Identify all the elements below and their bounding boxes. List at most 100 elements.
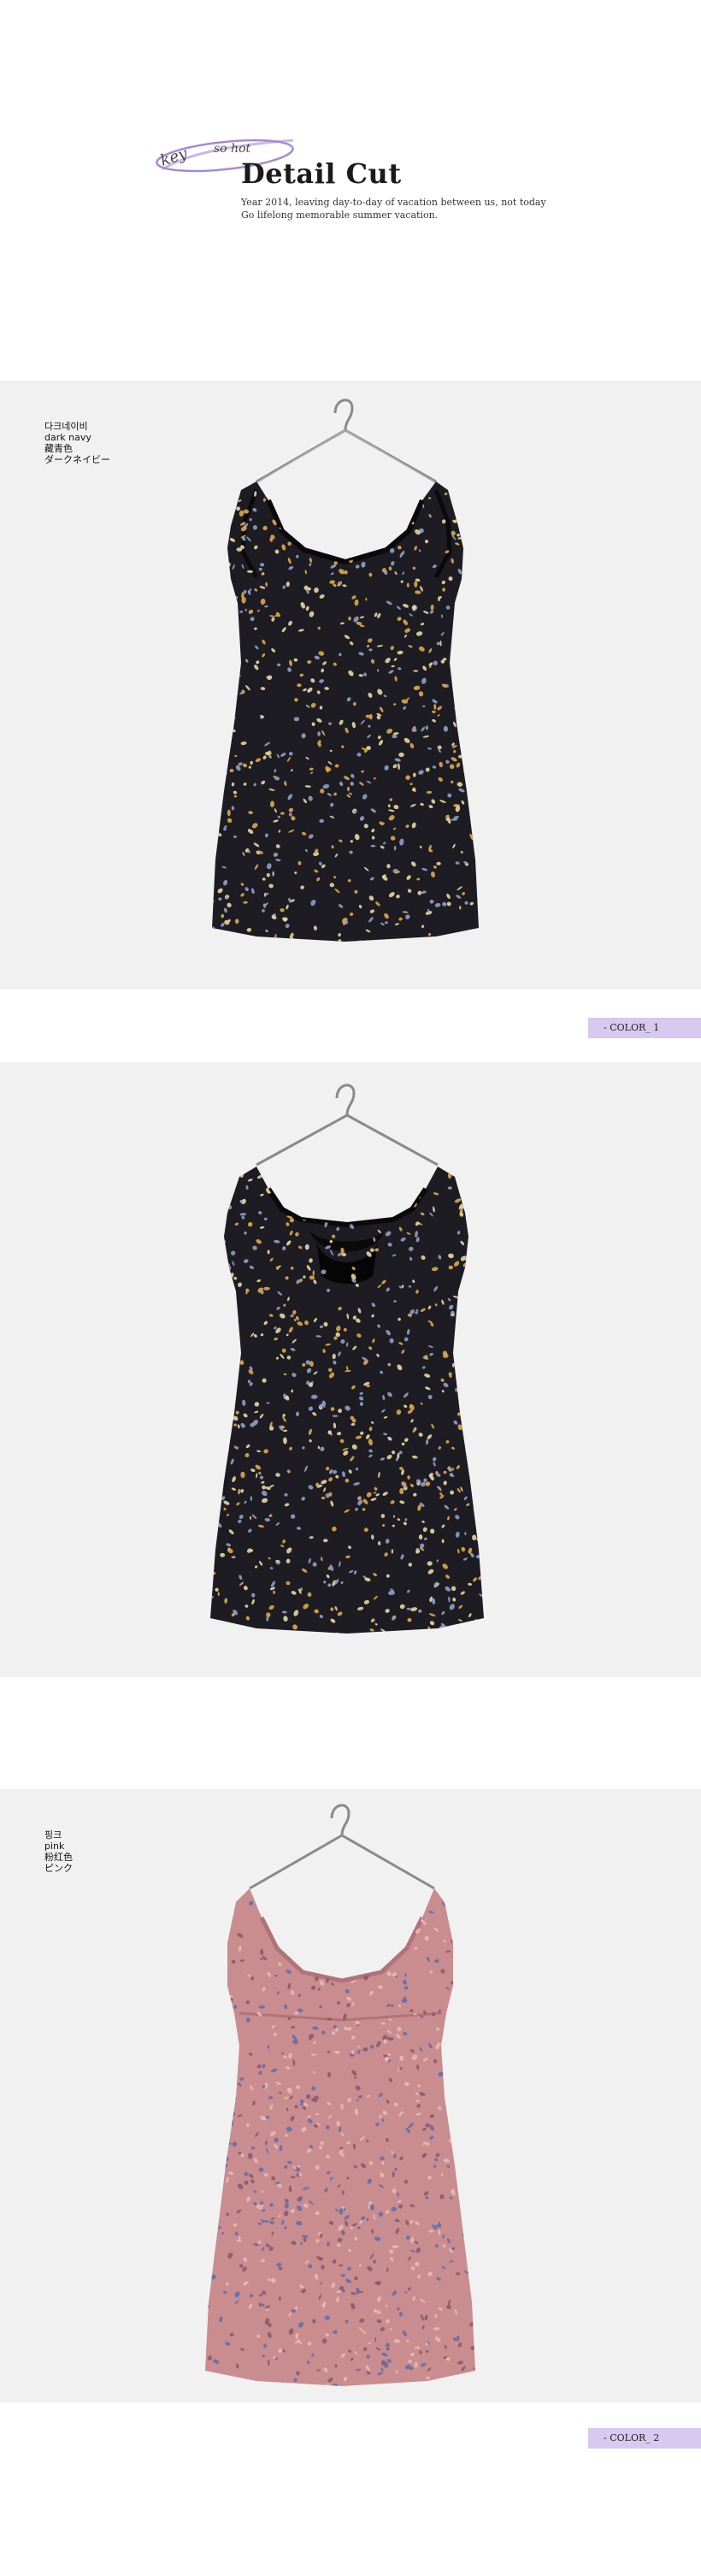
- print-dot: [464, 664, 468, 667]
- photo-panel-navy-front: 다크네이비 dark navy 藏青色 ダークネイビー: [0, 381, 701, 990]
- print-dot: [301, 482, 307, 487]
- print-dot: [454, 1932, 458, 1935]
- print-dot: [430, 2381, 438, 2385]
- print-dot: [290, 1314, 294, 1318]
- print-dot: [374, 1167, 379, 1169]
- print-dot: [216, 1501, 219, 1507]
- print-dot: [333, 1185, 337, 1191]
- print-dot: [362, 1903, 368, 1906]
- print-dot: [209, 1927, 213, 1934]
- print-dot: [461, 586, 466, 591]
- print-dot: [476, 1518, 482, 1523]
- print-dot: [486, 779, 492, 784]
- print-dot: [203, 765, 208, 770]
- print-dot: [387, 1362, 392, 1367]
- print-dot: [210, 1427, 213, 1430]
- print-dot: [457, 936, 462, 942]
- print-dot: [303, 517, 308, 522]
- print-dot: [260, 1893, 265, 1898]
- print-dot: [333, 971, 340, 978]
- print-dot: [492, 1407, 497, 1412]
- print-dot: [327, 1946, 331, 1950]
- print-dot: [402, 1171, 407, 1175]
- print-dot: [321, 1966, 328, 1970]
- print-dot: [470, 1406, 474, 1414]
- print-dot: [483, 580, 490, 585]
- print-dot: [464, 972, 468, 977]
- intro-line-2: Go lifelong memorable summer vacation.: [241, 210, 439, 221]
- print-dot: [468, 2134, 473, 2139]
- print-dot: [217, 2112, 222, 2117]
- print-dot: [485, 532, 490, 537]
- print-dot: [489, 2254, 495, 2260]
- print-dot: [371, 1212, 374, 1215]
- print-dot: [482, 1410, 484, 1415]
- print-dot: [343, 1178, 347, 1181]
- print-dot: [477, 1894, 483, 1900]
- print-dot: [458, 1982, 462, 1987]
- print-dot: [216, 2184, 221, 2188]
- print-dot: [306, 502, 310, 507]
- print-dot: [270, 1914, 274, 1919]
- print-dot: [490, 1485, 494, 1490]
- print-dot: [471, 1927, 475, 1931]
- print-dot: [334, 1936, 339, 1941]
- print-dot: [215, 694, 221, 700]
- print-dot: [487, 1268, 492, 1273]
- print-dot: [281, 1630, 285, 1634]
- print-dot: [325, 2389, 330, 2394]
- print-dot: [324, 511, 330, 516]
- print-dot: [472, 1934, 475, 1941]
- print-dot: [315, 492, 320, 497]
- print-dot: [490, 2124, 494, 2129]
- print-dot: [474, 1407, 479, 1413]
- print-dot: [396, 528, 399, 535]
- print-dot: [345, 947, 348, 950]
- print-dot: [473, 2000, 475, 2005]
- print-dot: [488, 488, 496, 493]
- print-dot: [295, 2393, 302, 2398]
- print-dot: [315, 1915, 321, 1921]
- print-dot: [350, 485, 355, 489]
- detail-header: key so hot Detail Cut Year 2014, leaving…: [0, 0, 701, 381]
- print-dot: [462, 1364, 466, 1370]
- print-dot: [476, 1332, 481, 1336]
- print-dot: [490, 1551, 494, 1556]
- print-dot: [357, 501, 362, 506]
- dress-shape: [212, 482, 479, 942]
- print-dot: [343, 1200, 349, 1205]
- print-dot: [468, 1207, 473, 1210]
- print-dot: [459, 506, 463, 511]
- print-dot: [281, 1634, 286, 1640]
- print-dot: [289, 1207, 293, 1211]
- print-dot: [476, 699, 479, 703]
- print-dot: [470, 1888, 475, 1894]
- print-dot: [358, 547, 365, 551]
- print-dot: [205, 721, 212, 728]
- print-dot: [393, 1894, 399, 1900]
- print-dot: [476, 1486, 480, 1493]
- print-dot: [468, 2025, 474, 2031]
- print-dot: [205, 1911, 209, 1917]
- print-dot: [489, 724, 494, 730]
- print-dot: [475, 724, 479, 729]
- print-dot: [492, 1240, 498, 1246]
- print-dot: [257, 1664, 263, 1668]
- print-dot: [345, 1657, 348, 1661]
- print-dot: [300, 1962, 305, 1969]
- print-dot: [334, 1897, 341, 1902]
- print-dot: [218, 2045, 223, 2050]
- print-dot: [374, 1185, 377, 1192]
- print-dot: [216, 824, 221, 826]
- print-dot: [282, 1663, 287, 1668]
- print-dot: [233, 2049, 239, 2054]
- print-dot: [393, 1208, 398, 1211]
- print-dot: [462, 957, 468, 960]
- color-tag-1: - COLOR_ 1: [588, 1018, 701, 1038]
- print-dot: [303, 1651, 308, 1657]
- print-dot: [479, 2300, 486, 2305]
- print-dot: [469, 2000, 475, 2006]
- print-dot: [215, 1250, 221, 1255]
- print-dot: [479, 1428, 483, 1434]
- print-dot: [213, 1498, 219, 1504]
